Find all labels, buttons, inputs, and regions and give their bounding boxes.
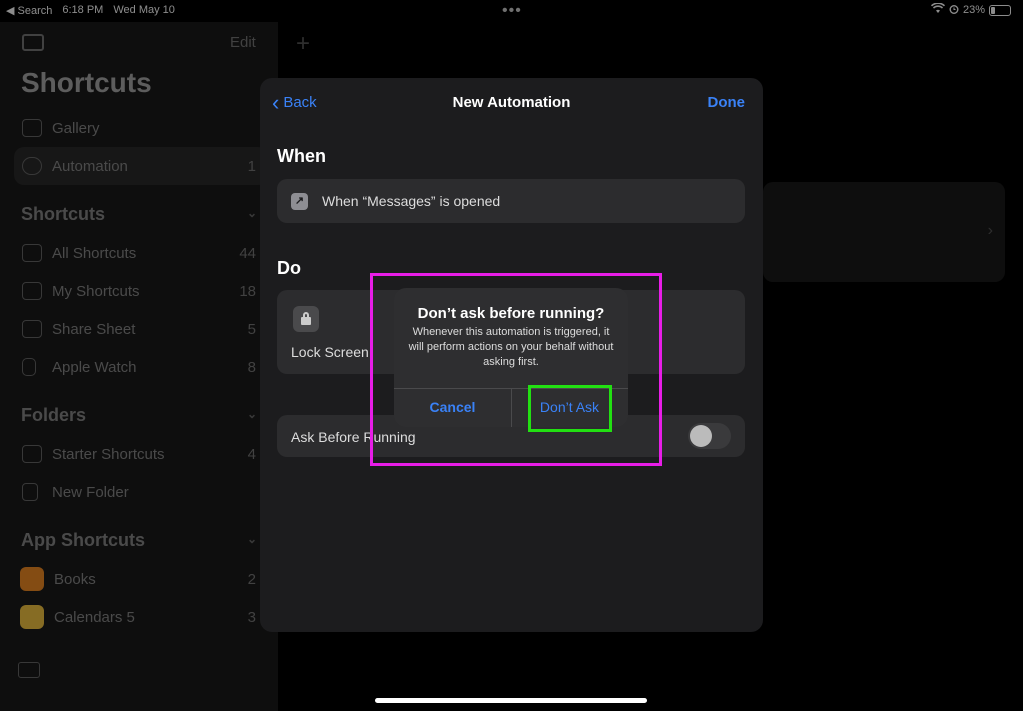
action-label: Lock Screen: [291, 344, 369, 360]
person-icon: [22, 282, 42, 300]
sidebar-item-calendars-5[interactable]: Calendars 5 3: [14, 598, 268, 636]
trigger-row[interactable]: ↗ When “Messages” is opened: [277, 179, 745, 223]
sidebar-item-label: Share Sheet: [52, 320, 136, 338]
section-header-shortcuts[interactable]: Shortcuts ⌄: [21, 204, 257, 225]
grid-icon: [22, 244, 42, 262]
alarm-icon: [949, 4, 959, 17]
folder-icon: [22, 445, 42, 463]
battery-icon: [989, 4, 1011, 16]
sidebar-item-count: 8: [247, 358, 256, 376]
do-header: Do: [277, 258, 301, 278]
wifi-icon: [930, 2, 946, 17]
calendars-app-icon: [20, 605, 44, 629]
sidebar-item-my-shortcuts[interactable]: My Shortcuts 18: [14, 272, 268, 310]
sidebar-item-count: 4: [247, 445, 256, 463]
sidebar-item-count: 18: [239, 282, 256, 300]
sidebar-item-count: 44: [239, 244, 256, 262]
when-header: When: [277, 146, 326, 166]
new-folder-button-icon[interactable]: [18, 662, 40, 678]
sidebar-item-label: Calendars 5: [54, 608, 135, 626]
sidebar-item-label: Automation: [52, 157, 128, 175]
sidebar-item-count: 5: [247, 320, 256, 338]
done-button[interactable]: Done: [708, 94, 746, 111]
sidebar-toggle-icon[interactable]: [22, 34, 44, 51]
status-time: 6:18 PM: [62, 4, 104, 16]
sidebar-item-all-shortcuts[interactable]: All Shortcuts 44: [14, 234, 268, 272]
share-icon: [22, 320, 42, 338]
sidebar-item-label: My Shortcuts: [52, 282, 140, 300]
gallery-icon: [22, 119, 42, 137]
trigger-text: When “Messages” is opened: [322, 193, 501, 209]
sidebar-item-label: Starter Shortcuts: [52, 445, 165, 463]
chevron-right-icon: ›: [987, 222, 993, 239]
sidebar-item-label: New Folder: [52, 483, 129, 501]
back-to-app-link[interactable]: ◀ Search: [6, 4, 52, 17]
ask-before-running-toggle[interactable]: [688, 423, 731, 449]
watch-icon: [22, 358, 36, 376]
status-bar: ◀ Search 6:18 PM Wed May 10 ••• 23%: [0, 0, 1023, 22]
sidebar-item-count: 2: [247, 570, 256, 588]
sidebar-item-label: Books: [54, 570, 96, 588]
sidebar-item-label: Apple Watch: [52, 358, 137, 376]
highlight-box-dialog: [370, 273, 662, 466]
sidebar-item-new-folder[interactable]: New Folder: [14, 473, 268, 511]
sidebar-item-automation[interactable]: Automation 1: [14, 147, 268, 185]
chevron-down-icon: ⌄: [247, 532, 258, 546]
section-header-app-shortcuts[interactable]: App Shortcuts ⌄: [21, 530, 257, 551]
home-indicator[interactable]: [375, 698, 647, 703]
sidebar-item-share-sheet[interactable]: Share Sheet 5: [14, 310, 268, 348]
edit-button[interactable]: Edit: [230, 34, 256, 51]
sidebar-item-gallery[interactable]: Gallery: [14, 109, 268, 147]
sheet-title: New Automation: [452, 94, 571, 111]
battery-percent: 23%: [962, 4, 985, 16]
books-app-icon: [20, 567, 44, 591]
sidebar: Edit Shortcuts Gallery Automation 1 Shor…: [0, 22, 278, 711]
sidebar-item-count: 3: [247, 608, 256, 626]
sidebar-item-starter-shortcuts[interactable]: Starter Shortcuts 4: [14, 435, 268, 473]
section-header-folders[interactable]: Folders ⌄: [21, 405, 257, 426]
multitasking-dots-icon[interactable]: •••: [502, 2, 522, 20]
automation-icon: [22, 157, 42, 175]
status-date: Wed May 10: [113, 4, 175, 16]
sidebar-item-apple-watch[interactable]: Apple Watch 8: [14, 348, 268, 386]
sidebar-item-label: Gallery: [52, 119, 100, 137]
chevron-down-icon: ⌄: [247, 407, 258, 421]
automation-list-item[interactable]: ›: [763, 182, 1005, 282]
add-automation-icon[interactable]: +: [296, 30, 310, 58]
app-opened-arrow-icon: ↗: [291, 193, 308, 210]
chevron-down-icon: ⌄: [247, 206, 258, 220]
lock-icon: [293, 306, 319, 332]
sidebar-item-books[interactable]: Books 2: [14, 560, 268, 598]
new-folder-icon: [22, 483, 38, 501]
sidebar-item-count: 1: [247, 157, 256, 175]
sidebar-item-label: All Shortcuts: [52, 244, 137, 262]
sidebar-title: Shortcuts: [21, 67, 152, 98]
highlight-box-dont-ask: [528, 385, 612, 432]
